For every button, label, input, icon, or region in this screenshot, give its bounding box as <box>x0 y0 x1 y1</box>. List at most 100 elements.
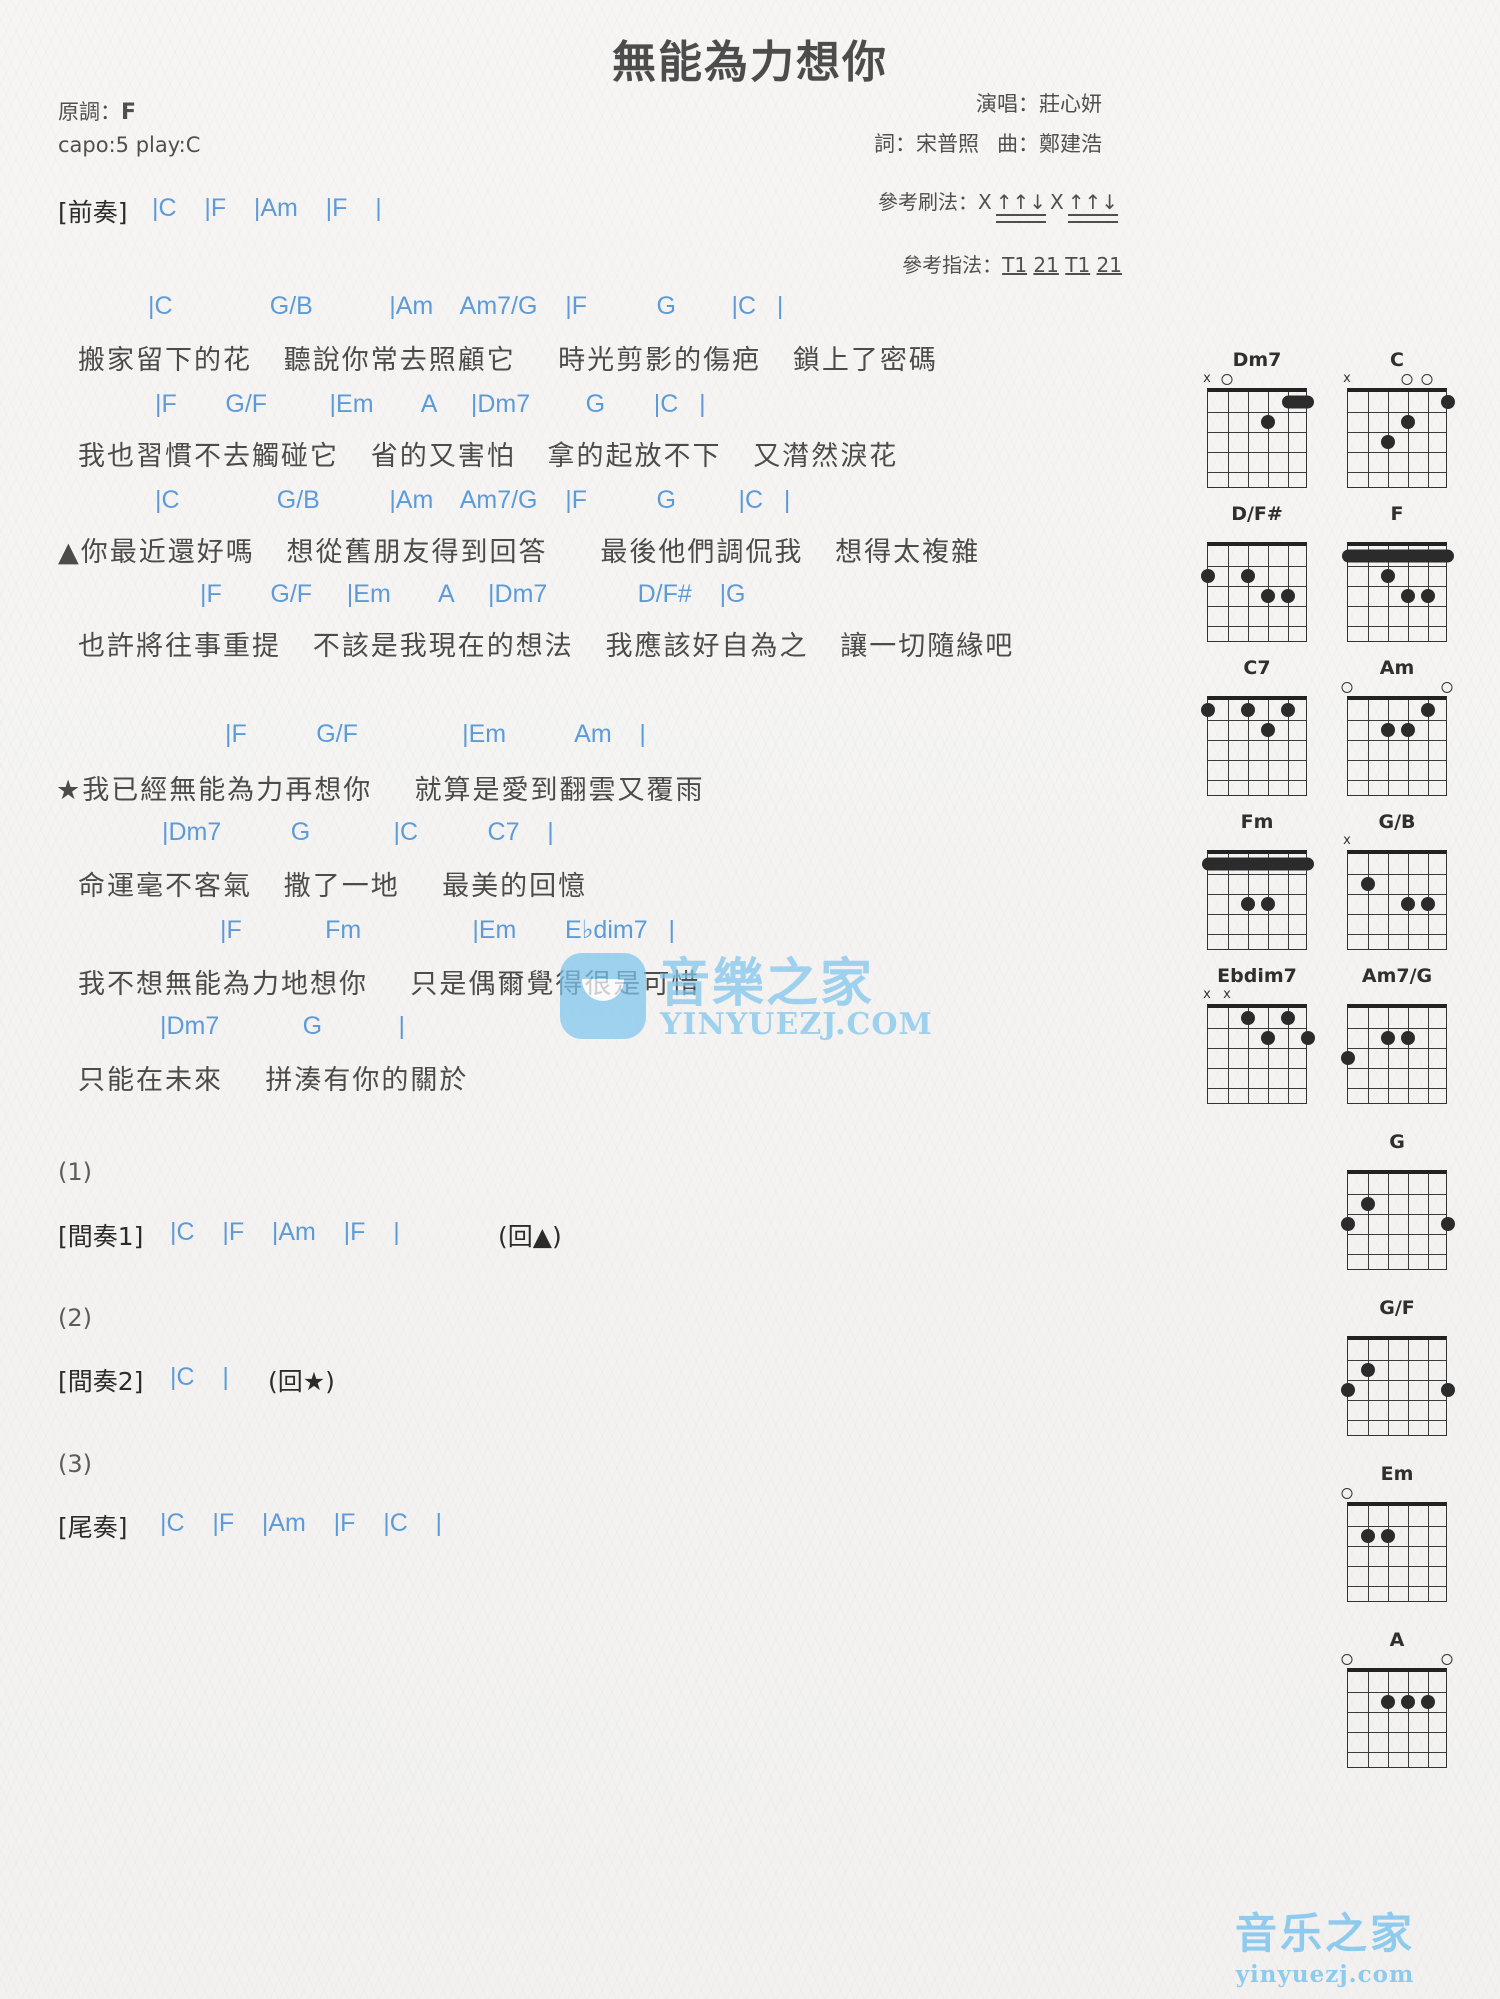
chord-diagram: C7 <box>1196 656 1318 796</box>
chorus-3-chords: |F Fm |Em E♭dim7 | <box>220 916 675 944</box>
chord-diagram-row: Fm G/B x <box>1196 810 1486 950</box>
verse-2-lyrics: 我也習慣不去觸碰它 省的又害怕 拿的起放不下 又潸然淚花 <box>78 441 899 472</box>
chord-diagram: Fm <box>1196 810 1318 950</box>
fret-dot <box>1261 897 1275 911</box>
strum-pattern-line: 參考刷法：X ↑↑↓ X ↑↑↓ <box>878 186 1122 223</box>
strum-token-2: ↑↑↓ <box>994 190 1048 223</box>
chord-diagram-fretboard <box>1201 542 1307 642</box>
fret-dot <box>1381 1695 1395 1709</box>
chord-sheet: 無能為力想你 原調：F capo:5 play:C 演唱：莊心妍 詞：宋普照 曲：… <box>0 0 1500 1999</box>
finger-pattern-line: 參考指法：T1 21 T1 21 <box>902 249 1122 278</box>
fret-dot <box>1441 1217 1455 1231</box>
chord-diagram-string-markers <box>1196 680 1318 696</box>
composer-credit: 曲：鄭建浩 <box>997 132 1102 156</box>
original-key-value: F <box>121 100 137 125</box>
fret-dot <box>1441 1383 1455 1397</box>
chord-diagram-fretboard <box>1347 696 1447 796</box>
ending-2-repeat: (回★) <box>268 1367 335 1396</box>
chord-diagram-panel: Dm7 x Cx D/F# F C7 Am Fm G/B x Ebdim7 x x Am7/G G G/F Em… <box>1196 348 1486 1782</box>
fret-dot <box>1201 703 1215 717</box>
chord-diagram-fretboard <box>1202 850 1314 950</box>
chord-diagram: F <box>1336 502 1458 642</box>
original-key-line: 原調：F <box>58 96 136 126</box>
chorus-4-lyrics: 只能在未來 拼湊有你的關於 <box>78 1065 469 1096</box>
chord-diagram: Am <box>1336 656 1458 796</box>
verse-1-lyrics: 搬家留下的花 聽說你常去照顧它 時光剪影的傷疤 鎖上了密碼 <box>78 345 938 376</box>
chord-diagram-string-markers <box>1336 1652 1458 1668</box>
ending-3-label: [尾奏] <box>58 1513 128 1542</box>
intro-chords: |C |F |Am |F | <box>152 194 382 222</box>
chord-diagram-string-markers <box>1336 526 1458 542</box>
chord-diagram-string-markers <box>1196 526 1318 542</box>
ending-1-number: (1) <box>58 1158 92 1186</box>
chord-diagram-string-markers: xx <box>1196 988 1318 1004</box>
fret-dot <box>1241 569 1255 583</box>
chord-diagram-fretboard <box>1347 388 1455 488</box>
chord-diagram-string-markers <box>1336 988 1458 1004</box>
fret-dot <box>1261 1031 1275 1045</box>
fret-dot <box>1401 897 1415 911</box>
verse-4-lyrics: 也許將往事重提 不該是我現在的想法 我應該好自為之 讓一切隨緣吧 <box>78 631 1015 662</box>
finger-token-1: T1 <box>1002 253 1028 277</box>
chord-diagram-fretboard <box>1347 850 1447 950</box>
chord-diagram-row: G <box>1196 1130 1486 1270</box>
fret-dot <box>1401 415 1415 429</box>
muted-string-icon: x <box>1343 371 1351 386</box>
fret-dot <box>1281 589 1295 603</box>
chorus-4-chords: |Dm7 G | <box>160 1012 405 1040</box>
chord-diagram-fretboard <box>1341 1004 1447 1104</box>
chord-diagram-name: F <box>1390 503 1404 525</box>
fret-dot <box>1421 897 1435 911</box>
chord-diagram-name: Em <box>1380 1463 1414 1485</box>
watermark-bottom: 音乐之家 yinyuezj.com <box>1180 1900 1470 1988</box>
chord-diagram: G/B x <box>1336 810 1458 950</box>
fret-dot <box>1401 1695 1415 1709</box>
intro-label: [前奏] <box>58 198 128 227</box>
chord-diagram-string-markers: x <box>1336 834 1458 850</box>
chord-diagram-row: A <box>1196 1628 1486 1768</box>
fret-dot <box>1361 1363 1375 1377</box>
chord-diagram: G/F <box>1336 1296 1458 1436</box>
fret-dot <box>1401 589 1415 603</box>
chord-diagram-string-markers <box>1336 680 1458 696</box>
chord-diagram-string-markers <box>1196 834 1318 850</box>
strum-token-3: X <box>1050 190 1064 214</box>
open-string-icon <box>1421 374 1433 385</box>
chord-diagram: Em <box>1336 1462 1458 1602</box>
ending-2-chords: |C | <box>170 1363 229 1391</box>
chord-diagram: Cx <box>1336 348 1458 488</box>
fret-dot <box>1281 1011 1295 1025</box>
fret-dot <box>1261 415 1275 429</box>
fret-dot <box>1341 1383 1355 1397</box>
ending-3-number: (3) <box>58 1450 92 1478</box>
chord-diagram-name: D/F# <box>1231 503 1283 525</box>
chorus-2-lyrics: 命運毫不客氣 撒了一地 最美的回憶 <box>78 871 588 902</box>
fret-dot <box>1401 723 1415 737</box>
strum-token-1: X <box>978 190 992 214</box>
open-string-icon <box>1441 682 1453 693</box>
ending-1-label: [間奏1] <box>58 1222 144 1251</box>
fret-dot <box>1281 703 1295 717</box>
chord-diagram-name: G/F <box>1379 1297 1415 1319</box>
chord-diagram-name: Dm7 <box>1232 349 1282 371</box>
fret-dot <box>1421 1695 1435 1709</box>
chord-diagram-name: C <box>1390 349 1404 371</box>
chord-diagram: Am7/G <box>1336 964 1458 1104</box>
chord-diagram: Ebdim7 x x <box>1196 964 1318 1104</box>
chord-diagram-fretboard <box>1207 1004 1315 1104</box>
muted-string-icon: x <box>1203 987 1211 1002</box>
chorus-3-lyrics: 我不想無能為力地想你 只是偶爾覺得很是可惜 <box>78 969 701 1000</box>
chord-diagram-name: Am7/G <box>1361 965 1433 987</box>
chord-diagram-row: Em <box>1196 1462 1486 1602</box>
open-string-icon <box>1341 1654 1353 1665</box>
open-string-icon <box>1441 1654 1453 1665</box>
barre-bar <box>1282 395 1314 409</box>
chord-diagram-row: Ebdim7 x x Am7/G <box>1196 964 1486 1104</box>
fret-dot <box>1381 1031 1395 1045</box>
chord-diagram-name: C7 <box>1243 657 1271 679</box>
fret-dot <box>1381 435 1395 449</box>
fret-dot <box>1361 1197 1375 1211</box>
chord-diagram-fretboard <box>1347 1668 1447 1768</box>
fret-dot <box>1241 1011 1255 1025</box>
verse-4-chords: |F G/F |Em A |Dm7 D/F# |G <box>200 580 746 608</box>
